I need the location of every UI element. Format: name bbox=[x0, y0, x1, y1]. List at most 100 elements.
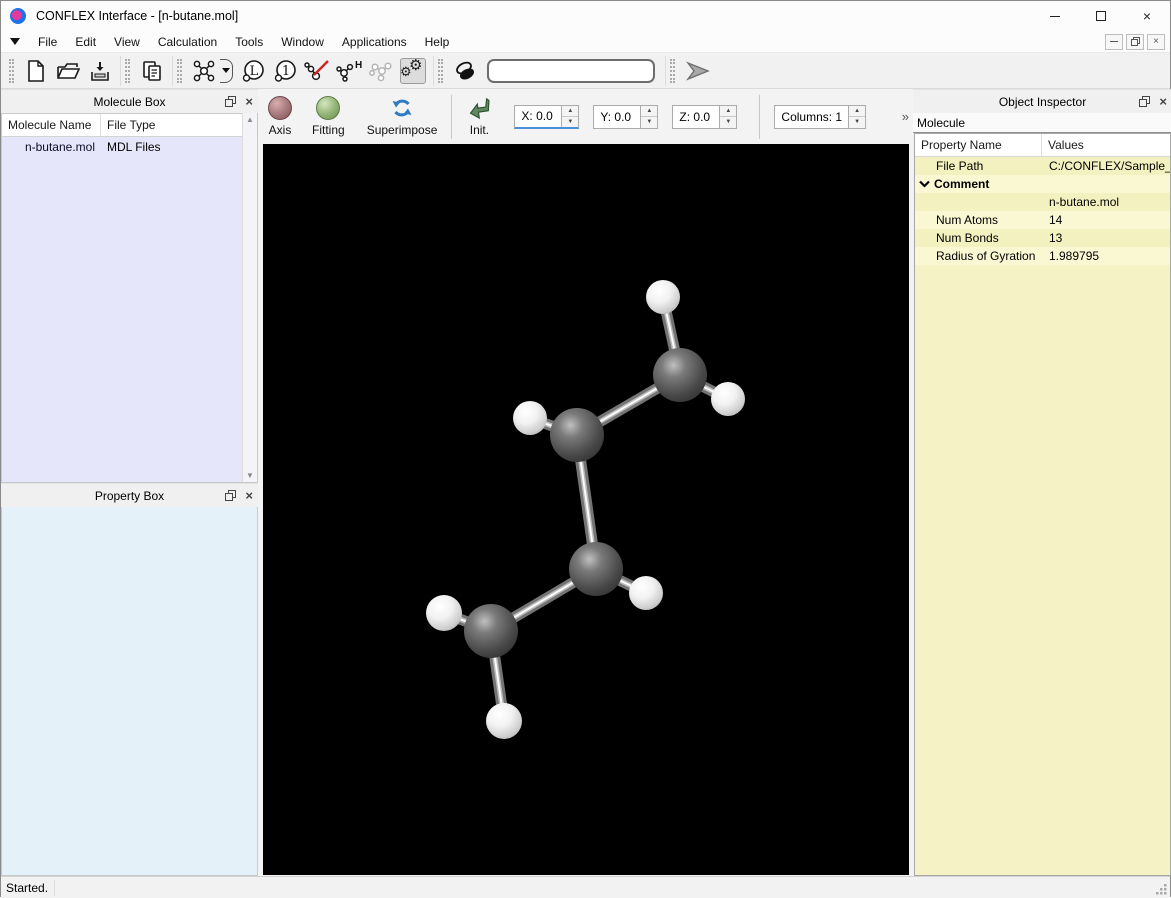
property-row-num-bonds[interactable]: Num Bonds 13 bbox=[915, 229, 1170, 247]
property-row-comment-value[interactable]: n-butane.mol bbox=[915, 193, 1170, 211]
carbon-atom[interactable] bbox=[569, 542, 623, 596]
menu-bar: File Edit View Calculation Tools Window … bbox=[1, 31, 1170, 53]
float-panel-icon[interactable] bbox=[1138, 95, 1151, 108]
hydrogen-atom[interactable] bbox=[646, 280, 680, 314]
scroll-down-icon[interactable]: ▼ bbox=[243, 471, 257, 480]
auto-build-button[interactable] bbox=[368, 58, 394, 84]
hydrogen-atom[interactable] bbox=[629, 576, 663, 610]
clean-bean-icon bbox=[453, 60, 477, 82]
command-input[interactable] bbox=[487, 59, 655, 83]
menu-file[interactable]: File bbox=[29, 32, 66, 52]
hydrogen-atom[interactable] bbox=[513, 401, 547, 435]
y-spinner-buttons[interactable]: ▲▼ bbox=[640, 106, 657, 128]
hydrogen-atom[interactable] bbox=[486, 703, 522, 739]
float-panel-icon[interactable] bbox=[224, 489, 237, 502]
property-row-radius-of-gyration[interactable]: Radius of Gyration 1.989795 bbox=[915, 247, 1170, 265]
x-spinner-buttons[interactable]: ▲▼ bbox=[561, 106, 578, 127]
property-row-comment[interactable]: Comment bbox=[915, 175, 1170, 193]
object-inspector-titlebar: Object Inspector × bbox=[913, 89, 1171, 113]
menu-tools[interactable]: Tools bbox=[226, 32, 272, 52]
molecule-list-scrollbar[interactable]: ▲ ▼ bbox=[242, 113, 257, 482]
column-property-name[interactable]: Property Name bbox=[915, 134, 1042, 156]
spin-down-icon: ▼ bbox=[641, 117, 657, 128]
toolbar-overflow-chevron[interactable]: » bbox=[902, 109, 909, 124]
superimpose-refresh-icon bbox=[389, 96, 415, 120]
init-button[interactable]: Init. bbox=[460, 94, 498, 139]
mdi-minimize-button[interactable] bbox=[1105, 34, 1123, 50]
carbon-atom[interactable] bbox=[653, 348, 707, 402]
x-spinbox[interactable]: X: 0.0 ▲▼ bbox=[514, 105, 579, 129]
menu-window[interactable]: Window bbox=[272, 32, 333, 52]
property-row-file-path[interactable]: File Path C:/CONFLEX/Sample_... bbox=[915, 157, 1170, 175]
toolbar-separator bbox=[759, 95, 760, 139]
chevron-down-icon[interactable] bbox=[919, 180, 930, 188]
fitting-sphere-icon bbox=[316, 96, 340, 120]
property-box-titlebar: Property Box × bbox=[1, 483, 258, 507]
maximize-icon bbox=[1096, 11, 1106, 21]
build-molecule-button[interactable] bbox=[191, 58, 217, 84]
edit-bond-button[interactable] bbox=[304, 58, 330, 84]
inspector-tab-molecule[interactable]: Molecule bbox=[913, 113, 1171, 133]
new-file-button[interactable] bbox=[23, 58, 49, 84]
mdi-minimize-icon bbox=[1110, 41, 1118, 42]
close-panel-icon[interactable]: × bbox=[245, 488, 253, 503]
column-file-type[interactable]: File Type bbox=[101, 118, 155, 132]
molecule-list-item[interactable]: n-butane.mol MDL Files bbox=[2, 137, 257, 157]
z-spinner-buttons[interactable]: ▲▼ bbox=[719, 106, 736, 128]
object-inspector: Object Inspector × Molecule Property Nam… bbox=[913, 89, 1171, 876]
menu-edit[interactable]: Edit bbox=[66, 32, 105, 52]
float-panel-icon[interactable] bbox=[224, 95, 237, 108]
mdi-close-button[interactable]: × bbox=[1147, 34, 1165, 50]
columns-spinbox[interactable]: Columns: 1 ▲▼ bbox=[774, 105, 866, 129]
hydrogen-atom[interactable] bbox=[711, 382, 745, 416]
carbon-atom[interactable] bbox=[550, 408, 604, 462]
close-panel-icon[interactable]: × bbox=[245, 94, 253, 109]
run-button[interactable] bbox=[684, 58, 710, 84]
settings-button[interactable]: ⚙⚙ bbox=[400, 58, 426, 84]
gears-icon: ⚙⚙ bbox=[401, 59, 425, 83]
axis-button[interactable]: Axis bbox=[262, 94, 298, 139]
build-molecule-dropdown[interactable] bbox=[220, 59, 233, 83]
minimize-button[interactable] bbox=[1032, 1, 1078, 31]
hydrogen-atom[interactable] bbox=[426, 595, 462, 631]
copy-paste-button[interactable] bbox=[139, 58, 165, 84]
toolbar-drag-handle[interactable] bbox=[177, 59, 182, 83]
columns-spinner-buttons[interactable]: ▲▼ bbox=[848, 106, 865, 128]
y-spinbox[interactable]: Y: 0.0 ▲▼ bbox=[593, 105, 658, 129]
mdi-restore-icon bbox=[1130, 36, 1141, 47]
property-row-num-atoms[interactable]: Num Atoms 14 bbox=[915, 211, 1170, 229]
z-spinbox[interactable]: Z: 0.0 ▲▼ bbox=[672, 105, 737, 129]
menu-help[interactable]: Help bbox=[416, 32, 459, 52]
menu-calculation[interactable]: Calculation bbox=[149, 32, 226, 52]
toolbar-drag-handle[interactable] bbox=[670, 59, 675, 83]
column-values[interactable]: Values bbox=[1042, 138, 1084, 152]
molecule-box-header: Molecule Name File Type bbox=[1, 113, 258, 137]
menu-view[interactable]: View bbox=[105, 32, 149, 52]
save-button[interactable] bbox=[87, 58, 113, 84]
add-hydrogen-button[interactable]: H bbox=[336, 58, 362, 84]
center-area: Axis Fitting Superimpose In bbox=[258, 89, 913, 876]
toolbar-drag-handle[interactable] bbox=[438, 59, 443, 83]
close-button[interactable]: × bbox=[1124, 1, 1170, 31]
open-file-button[interactable] bbox=[55, 58, 81, 84]
resize-grip[interactable] bbox=[1155, 883, 1168, 896]
file-type-cell: MDL Files bbox=[101, 140, 161, 154]
superimpose-button[interactable]: Superimpose bbox=[361, 94, 444, 139]
clean-structure-button[interactable] bbox=[452, 58, 478, 84]
mdi-system-menu-icon[interactable] bbox=[10, 38, 20, 45]
fitting-button[interactable]: Fitting bbox=[306, 94, 351, 139]
toolbar-drag-handle[interactable] bbox=[9, 59, 14, 83]
mdi-restore-button[interactable] bbox=[1126, 34, 1144, 50]
maximize-button[interactable] bbox=[1078, 1, 1124, 31]
label-l-button[interactable]: L bbox=[240, 58, 266, 84]
molecule-render bbox=[263, 144, 909, 875]
toolbar-drag-handle[interactable] bbox=[125, 59, 130, 83]
label-1-button[interactable]: 1 bbox=[272, 58, 298, 84]
molecule-3d-viewport[interactable] bbox=[263, 144, 909, 875]
carbon-atom[interactable] bbox=[464, 604, 518, 658]
menu-applications[interactable]: Applications bbox=[333, 32, 416, 52]
scroll-up-icon[interactable]: ▲ bbox=[243, 115, 257, 124]
close-panel-icon[interactable]: × bbox=[1159, 94, 1167, 109]
column-molecule-name[interactable]: Molecule Name bbox=[2, 114, 101, 136]
toolbar-separator bbox=[451, 95, 452, 139]
